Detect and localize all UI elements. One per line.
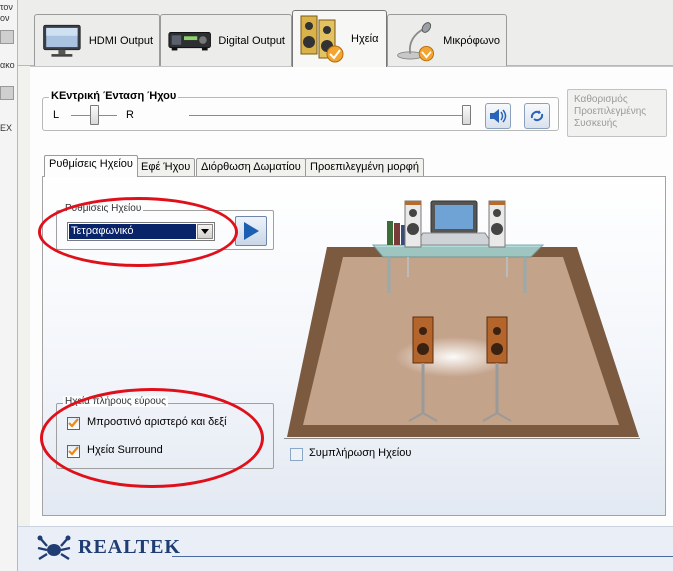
- play-test-button[interactable]: [235, 216, 267, 246]
- background-text: ΕΧ: [0, 123, 13, 133]
- speaker-volume-icon: [490, 109, 507, 123]
- sync-button[interactable]: [524, 103, 550, 129]
- volume-slider-track: [189, 115, 471, 117]
- virtual-surround-checkbox[interactable]: [290, 448, 303, 461]
- realtek-logo-text: REALTEK: [78, 536, 181, 558]
- background-text: ον: [0, 13, 10, 23]
- surround-speakers-checkbox[interactable]: [67, 445, 80, 458]
- background-box: [0, 30, 14, 44]
- virtual-surround-label: Συμπλήρωση Ηχείου: [309, 447, 412, 459]
- speaker-configuration-value: Τετραφωνικό: [69, 224, 196, 239]
- tab-hdmi-output[interactable]: HDMI Output: [34, 14, 160, 66]
- fullrange-speakers-group: Ηχεία πλήρους εύρους: [56, 396, 274, 469]
- tab-label: Digital Output: [218, 34, 285, 47]
- set-default-device-button[interactable]: Καθορισμός Προεπιλεγμένης Συσκευής: [567, 89, 667, 137]
- volume-slider-thumb[interactable]: [462, 105, 471, 125]
- chevron-down-icon[interactable]: [197, 224, 213, 239]
- balance-left-label: L: [53, 109, 60, 121]
- surround-speakers-label: Ηχεία Surround: [87, 444, 163, 456]
- front-left-right-label: Μπροστινό αριστερό και δεξί: [87, 416, 227, 428]
- tab-default-format[interactable]: Προεπιλεγμένη μορφή: [305, 158, 425, 176]
- tab-speaker-configuration[interactable]: Ρυθμίσεις Ηχείου: [44, 155, 138, 177]
- speaker-room-illustration: [287, 200, 639, 437]
- mute-button[interactable]: [485, 103, 511, 129]
- speaker-configuration-select[interactable]: Τετραφωνικό: [67, 222, 215, 241]
- balance-slider-thumb[interactable]: [90, 105, 99, 125]
- fullrange-speakers-label: Ηχεία πλήρους εύρους: [63, 396, 168, 407]
- checkmark-icon: [68, 418, 79, 428]
- speakers-icon: [300, 15, 344, 63]
- monitor-icon: [43, 24, 81, 57]
- realtek-crab-logo: [37, 535, 71, 561]
- play-icon: [244, 222, 259, 240]
- tab-label: Ηχεία: [351, 33, 379, 45]
- tab-sound-effects[interactable]: Εφέ Ήχου: [136, 158, 196, 176]
- microphone-icon: [397, 21, 435, 61]
- background-text: τον: [0, 2, 13, 12]
- sync-icon: [530, 110, 544, 122]
- tab-digital-output[interactable]: Digital Output: [160, 14, 292, 66]
- master-volume-group: ΚΕντρική Ένταση Ήχου L R: [42, 90, 559, 131]
- tab-microphone[interactable]: Μικρόφωνο: [387, 14, 507, 66]
- master-volume-title: ΚΕντρική Ένταση Ήχου: [49, 90, 179, 102]
- tab-room-correction[interactable]: Διόρθωση Δωματίου: [196, 158, 306, 176]
- speaker-configuration-label: Ρυθμίσεις Ηχείου: [63, 203, 144, 214]
- background-text: ακο: [0, 60, 15, 70]
- background-box: [0, 86, 14, 100]
- front-left-right-checkbox[interactable]: [67, 417, 80, 430]
- digital-device-icon: [168, 31, 211, 50]
- checkmark-icon: [68, 446, 79, 456]
- brand-underline: [172, 556, 673, 557]
- tab-speakers[interactable]: Ηχεία: [292, 10, 387, 67]
- background-window-strip: τον ον ακο ΕΧ: [0, 0, 18, 571]
- balance-right-label: R: [126, 109, 134, 121]
- tab-label: Μικρόφωνο: [443, 34, 500, 47]
- room-divider: [284, 438, 640, 439]
- tab-label: HDMI Output: [88, 34, 153, 47]
